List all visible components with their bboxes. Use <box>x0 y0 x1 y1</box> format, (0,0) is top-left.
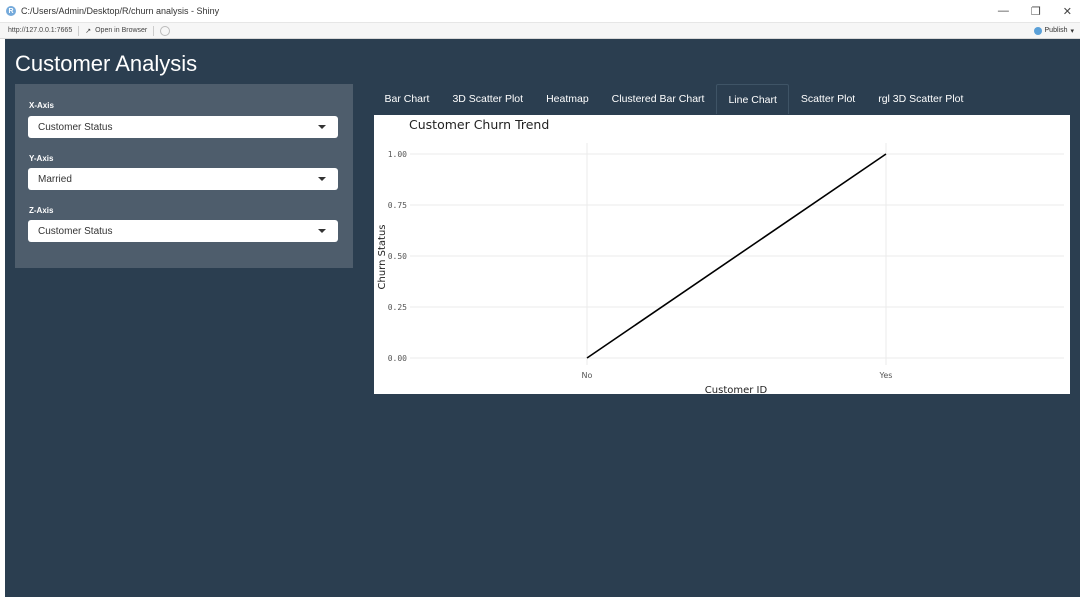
grid-lines <box>410 143 1064 365</box>
chevron-down-icon <box>318 125 326 129</box>
browser-icon: ↗ <box>85 27 92 35</box>
tab-bar: Bar Chart 3D Scatter Plot Heatmap Cluste… <box>373 84 975 114</box>
sidebar-panel: X-Axis Customer Status Y-Axis Married Z-… <box>15 84 353 268</box>
chevron-down-icon <box>318 177 326 181</box>
y-tick-label: 0.50 <box>388 252 407 261</box>
tab-line-chart[interactable]: Line Chart <box>715 84 790 114</box>
publish-label: Publish <box>1044 27 1068 34</box>
toolbar-divider <box>78 25 80 36</box>
refresh-icon[interactable] <box>160 25 171 36</box>
close-icon[interactable]: ✕ <box>1063 5 1072 18</box>
chevron-down-icon: ▾ <box>1070 27 1074 35</box>
window-title: C:/Users/Admin/Desktop/R/churn analysis … <box>21 6 220 16</box>
line-chart-svg: Customer Churn Trend Churn Status Custom… <box>377 117 1064 394</box>
y-axis-label: Y-Axis <box>29 154 54 163</box>
x-tick-label: Yes <box>879 371 893 380</box>
y-tick-label: 1.00 <box>388 150 407 159</box>
tab-rgl-3d-scatter-plot[interactable]: rgl 3D Scatter Plot <box>867 84 975 114</box>
page-title: Customer Analysis <box>15 51 198 76</box>
chevron-down-icon <box>318 229 326 233</box>
url-display: http://127.0.0.1:7665 <box>8 27 73 34</box>
x-axis-title: Customer ID <box>705 385 768 394</box>
x-tick-labels: No Yes <box>582 371 893 380</box>
open-in-browser-label: Open in Browser <box>95 27 148 34</box>
restore-icon[interactable]: ❐ <box>1031 5 1041 18</box>
y-axis-select-value: Married <box>38 173 72 185</box>
x-axis-label: X-Axis <box>29 101 54 110</box>
y-tick-label: 0.25 <box>388 303 407 312</box>
window-titlebar: R C:/Users/Admin/Desktop/R/churn analysi… <box>0 0 1080 23</box>
publish-icon <box>1033 26 1042 35</box>
x-axis-select[interactable]: Customer Status <box>28 116 338 138</box>
chart-title: Customer Churn Trend <box>409 117 549 132</box>
minimize-icon[interactable]: — <box>998 5 1009 17</box>
y-axis-title: Churn Status <box>377 225 388 290</box>
open-in-browser-button[interactable]: ↗ Open in Browser <box>85 27 147 35</box>
viewer-toolbar: http://127.0.0.1:7665 ↗ Open in Browser … <box>0 23 1080 39</box>
x-axis-select-value: Customer Status <box>38 121 113 133</box>
tab-scatter-plot[interactable]: Scatter Plot <box>789 84 866 114</box>
toolbar-divider <box>153 25 155 36</box>
window-controls: — ❐ ✕ <box>998 0 1072 22</box>
x-tick-label: No <box>582 371 593 380</box>
tab-clustered-bar-chart[interactable]: Clustered Bar Chart <box>600 84 716 114</box>
y-tick-label: 0.75 <box>388 201 407 210</box>
z-axis-select[interactable]: Customer Status <box>28 220 338 242</box>
y-axis-select[interactable]: Married <box>28 168 338 190</box>
tab-heatmap[interactable]: Heatmap <box>535 84 601 114</box>
z-axis-select-value: Customer Status <box>38 225 113 237</box>
y-tick-labels: 0.00 0.25 0.50 0.75 1.00 <box>388 150 407 363</box>
z-axis-label: Z-Axis <box>29 206 54 215</box>
tab-3d-scatter-plot[interactable]: 3D Scatter Plot <box>441 84 535 114</box>
publish-button[interactable]: Publish ▾ <box>1033 23 1074 38</box>
r-app-icon: R <box>6 6 16 16</box>
y-tick-label: 0.00 <box>388 354 407 363</box>
tab-bar-chart[interactable]: Bar Chart <box>373 84 441 114</box>
line-chart-plot: Customer Churn Trend Churn Status Custom… <box>374 115 1070 394</box>
shiny-app: Customer Analysis X-Axis Customer Status… <box>5 39 1080 597</box>
